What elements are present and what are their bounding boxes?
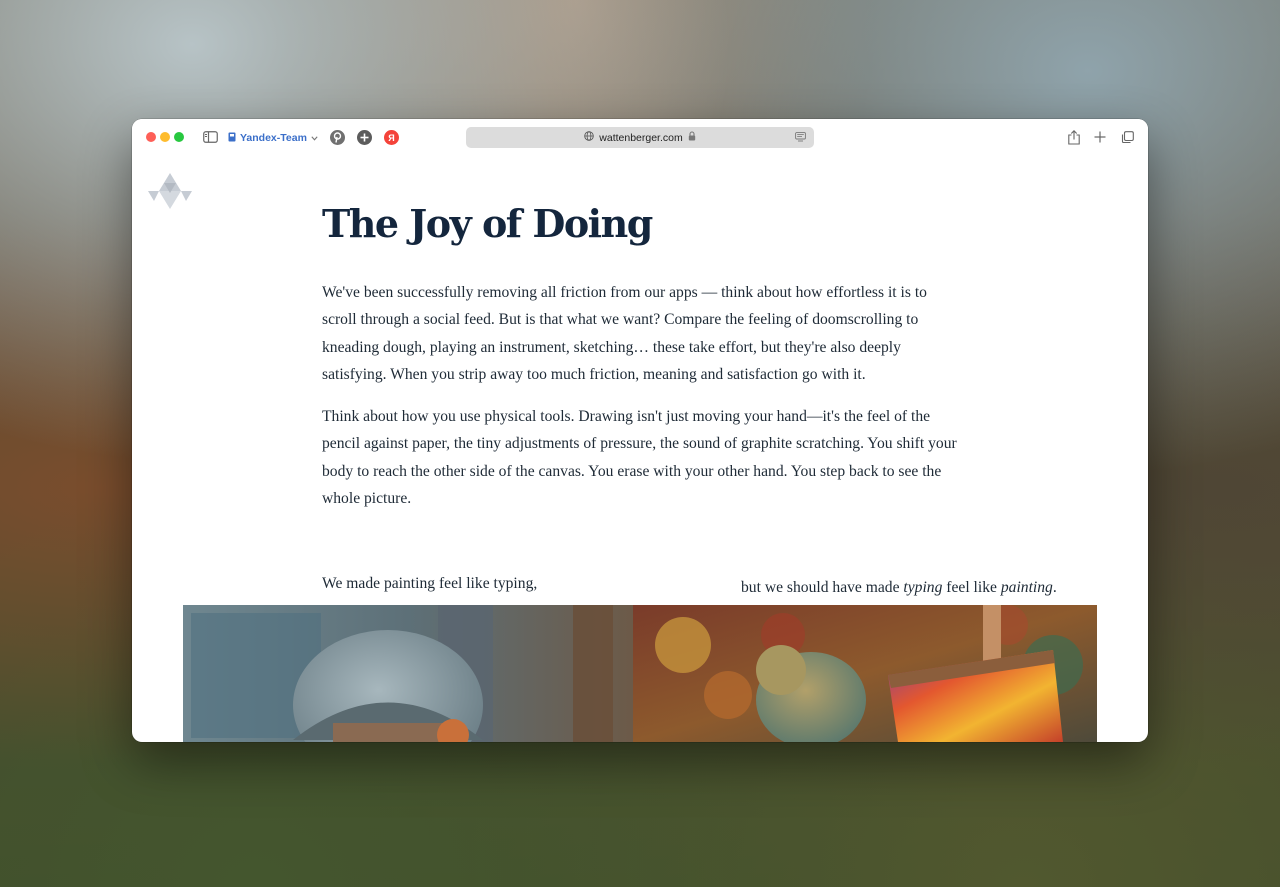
page-title: The Joy of Doing: [322, 201, 653, 246]
profile-label: Yandex-Team: [240, 132, 307, 144]
article-paragraph-1: We've been successfully removing all fri…: [322, 284, 927, 384]
yandex-icon[interactable]: Я: [384, 130, 399, 145]
address-bar[interactable]: wattenberger.com: [466, 127, 814, 148]
caption-right-text-1: but we should have made: [741, 579, 904, 596]
pinterest-icon[interactable]: [330, 130, 345, 145]
tab-overview-icon[interactable]: [1120, 130, 1134, 144]
share-icon[interactable]: [1067, 129, 1081, 145]
lock-icon: [688, 131, 696, 144]
caption-right-text-2: feel like: [942, 579, 1001, 596]
close-window-button[interactable]: [146, 132, 156, 142]
browser-window: Yandex-Team Я wattenberger.com The Joy o…: [132, 119, 1148, 742]
caption-left: We made painting feel like typing,: [322, 575, 538, 592]
sidebar-toggle-icon[interactable]: [202, 130, 218, 144]
plus-circle-icon[interactable]: [357, 130, 372, 145]
site-logo-icon[interactable]: [146, 171, 194, 217]
caption-right-emphasis-typing: typing: [903, 579, 943, 596]
hero-image: [183, 605, 1097, 742]
profile-badge-icon: [228, 132, 236, 145]
reader-mode-icon[interactable]: [795, 132, 806, 145]
url-text: wattenberger.com: [599, 131, 683, 144]
article-paragraph-2: Think about how you use physical tools. …: [322, 408, 957, 508]
caption-right-emphasis-painting: painting: [1000, 579, 1053, 596]
minimize-window-button[interactable]: [160, 132, 170, 142]
profile-selector[interactable]: Yandex-Team: [228, 130, 318, 146]
zoom-window-button[interactable]: [174, 132, 184, 142]
page-content: The Joy of Doing We've been successfully…: [132, 157, 1148, 742]
new-tab-icon[interactable]: [1093, 130, 1107, 144]
caption-right: but we should have made typing feel like…: [741, 579, 1057, 597]
chevron-down-icon: [311, 132, 318, 144]
caption-right-text-3: .: [1052, 579, 1057, 596]
browser-toolbar: Yandex-Team Я wattenberger.com: [132, 119, 1148, 157]
globe-icon: [584, 131, 595, 144]
